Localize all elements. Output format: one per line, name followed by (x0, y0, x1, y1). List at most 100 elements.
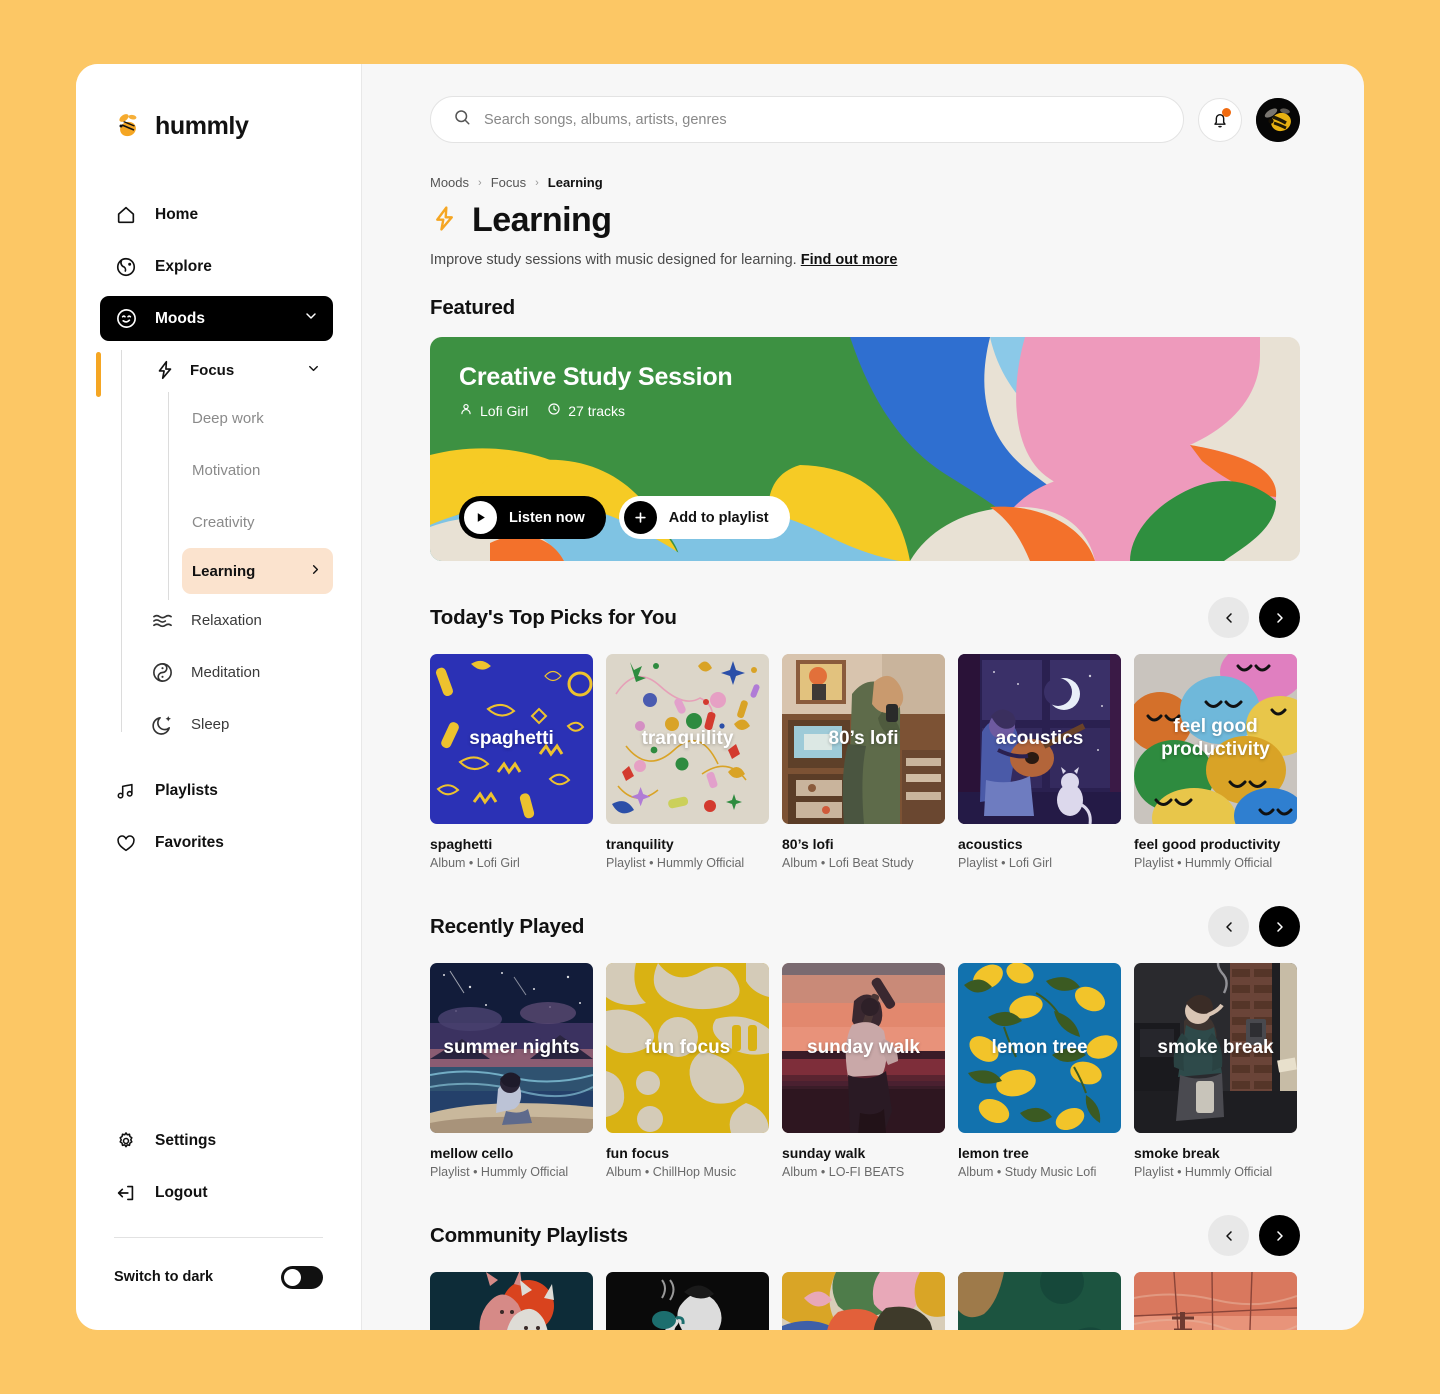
card-playground[interactable]: playground (782, 1272, 945, 1330)
sidebar-item-playlists[interactable]: Playlists (76, 768, 361, 813)
library-nav: Playlists Favorites (76, 768, 361, 865)
sidebar: hummly Home Explore Moods Focus Deep wor… (76, 64, 362, 1330)
breadcrumb-separator: › (535, 176, 539, 189)
album-art-label: lemon tree (991, 1036, 1088, 1058)
carousel-prev-button[interactable] (1208, 1215, 1249, 1256)
card-mellow-cello[interactable]: summer nights mellow cello Playlist • Hu… (430, 963, 593, 1179)
train-sunset-illustration (1134, 1272, 1297, 1330)
card-sunday-walk[interactable]: sunday walk sunday walk Album • LO-FI BE… (782, 963, 945, 1179)
card-acoustics[interactable]: acoustics acoustics Playlist • Lofi Girl (958, 654, 1121, 870)
brand-name: hummly (155, 111, 249, 140)
bolt-icon (430, 204, 459, 238)
sidebar-item-settings[interactable]: Settings (76, 1118, 361, 1163)
carousel-next-button[interactable] (1259, 1215, 1300, 1256)
card-spaghetti[interactable]: spaghetti spaghetti Album • Lofi Girl (430, 654, 593, 870)
chevron-right-icon (308, 562, 323, 581)
yin-yang-icon (150, 660, 174, 684)
sidebar-item-meditation[interactable]: Meditation (76, 646, 361, 698)
card-subtitle: Playlist • Hummly Official (1134, 856, 1273, 870)
chevron-left-icon (1225, 921, 1232, 932)
add-to-playlist-label: Add to playlist (668, 509, 769, 526)
banner-info: Creative Study Session Lofi Girl 27 trac… (459, 363, 733, 419)
card-subtitle: Playlist • Lofi Girl (958, 856, 1052, 870)
banner-author-text: Lofi Girl (480, 402, 529, 419)
card-subtitle: Album • Lofi Girl (430, 856, 520, 870)
card-mint-sprigs[interactable]: mint sprigs (958, 1272, 1121, 1330)
card-study-session[interactable]: study session (606, 1272, 769, 1330)
waves-icon (150, 608, 174, 632)
plus-icon (623, 501, 657, 534)
album-art-label: acoustics (995, 727, 1084, 749)
sidebar-item-creativity[interactable]: Creativity (76, 496, 361, 548)
sidebar-item-deep-work[interactable]: Deep work (76, 392, 361, 444)
album-art: acoustics (958, 654, 1121, 824)
card-lemon-tree[interactable]: lemon tree lemon tree Album • Study Musi… (958, 963, 1121, 1179)
chevron-right-icon (1276, 612, 1283, 623)
breadcrumb-item-focus[interactable]: Focus (491, 175, 526, 190)
featured-banner[interactable]: Creative Study Session Lofi Girl 27 trac… (430, 337, 1300, 561)
card-smoke-break[interactable]: smoke break smoke break Playlist • Humml… (1134, 963, 1297, 1179)
sidebar-item-relaxation[interactable]: Relaxation (76, 594, 361, 646)
search-bar[interactable] (430, 96, 1184, 143)
carousel-prev-button[interactable] (1208, 906, 1249, 947)
moods-subtree: Focus Deep work Motivation Creativity Le… (76, 348, 361, 750)
banner-title: Creative Study Session (459, 363, 733, 391)
search-input[interactable] (484, 111, 1161, 128)
notifications-button[interactable] (1198, 97, 1242, 142)
carousel-arrows (1208, 1215, 1300, 1256)
sidebar-item-logout[interactable]: Logout (76, 1170, 361, 1215)
sidebar-item-label: Explore (155, 257, 212, 275)
card-title: sunday walk (782, 1145, 866, 1161)
album-art: ice cream (430, 1272, 593, 1330)
chevron-down-icon[interactable] (306, 361, 321, 380)
sidebar-item-label: Sleep (191, 715, 230, 733)
sidebar-item-motivation[interactable]: Motivation (76, 444, 361, 496)
clock-icon (547, 402, 561, 419)
heart-icon (114, 831, 138, 855)
card-80s-lofi[interactable]: 80’s lofi 80’s lofi Album • Lofi Beat St… (782, 654, 945, 870)
carousel-prev-button[interactable] (1208, 597, 1249, 638)
theme-toggle-switch[interactable] (281, 1265, 323, 1289)
breadcrumb-separator: › (478, 176, 482, 189)
sidebar-item-home[interactable]: Home (76, 192, 361, 237)
sidebar-item-label: Motivation (192, 461, 261, 479)
card-title: feel good productivity (1134, 836, 1281, 852)
sidebar-item-learning[interactable]: Learning (182, 548, 333, 594)
album-art-label: fun focus (644, 1036, 731, 1058)
music-note-icon (114, 779, 138, 803)
card-tranquility[interactable]: tranquility tranquility Playlist • Humml… (606, 654, 769, 870)
card-feel-good-productivity[interactable]: feel good productivity feel good product… (1134, 654, 1297, 870)
listen-now-button[interactable]: Listen now (459, 496, 606, 539)
focus-children: Deep work Motivation Creativity Learning (76, 392, 361, 600)
album-art-label: smoke break (1157, 1036, 1274, 1058)
card-subtitle: Album • Lofi Beat Study (782, 856, 914, 870)
sidebar-divider (114, 1237, 323, 1238)
card-fun-focus[interactable]: fun focus fun focus Album • ChillHop Mus… (606, 963, 769, 1179)
avatar[interactable] (1256, 97, 1300, 142)
page-title-text: Learning (472, 201, 612, 239)
card-ice-cream[interactable]: ice cream (430, 1272, 593, 1330)
add-to-playlist-button[interactable]: Add to playlist (618, 496, 790, 539)
card-train-ride[interactable]: train ride (1134, 1272, 1297, 1330)
chevron-left-icon (1225, 1230, 1232, 1241)
sidebar-item-favorites[interactable]: Favorites (76, 820, 361, 865)
sidebar-item-label: Learning (192, 562, 256, 580)
cats-icecream-illustration (430, 1272, 593, 1330)
banner-author: Lofi Girl (459, 402, 528, 419)
sidebar-item-moods[interactable]: Moods (100, 296, 333, 341)
album-art: spaghetti (430, 654, 593, 824)
find-out-more-link[interactable]: Find out more (801, 252, 898, 268)
album-art: summer nights (430, 963, 593, 1133)
featured-section: Featured Creative Study Session Lofi Gir… (430, 296, 1300, 561)
chevron-down-icon[interactable] (303, 308, 319, 329)
sidebar-item-explore[interactable]: Explore (76, 244, 361, 289)
album-art-label: summer nights (443, 1036, 580, 1058)
sidebar-item-focus[interactable]: Focus (76, 348, 361, 392)
sidebar-item-sleep[interactable]: Sleep (76, 698, 361, 750)
user-avatar (1256, 97, 1300, 142)
study-line-illustration (606, 1272, 769, 1330)
carousel-next-button[interactable] (1259, 906, 1300, 947)
carousel-next-button[interactable] (1259, 597, 1300, 638)
album-art-label: spaghetti (469, 727, 554, 749)
breadcrumb-item-moods[interactable]: Moods (430, 175, 469, 190)
